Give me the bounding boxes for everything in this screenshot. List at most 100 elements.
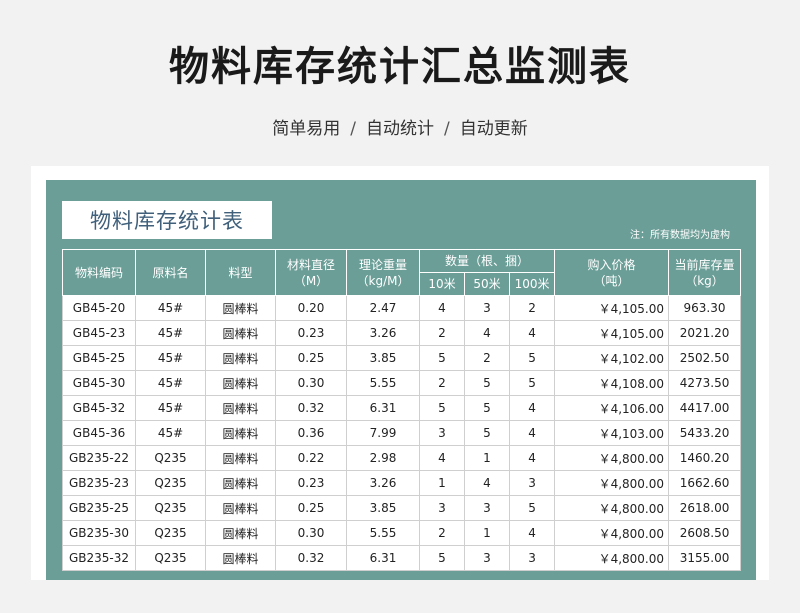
cell-weight: 6.31 xyxy=(346,395,420,421)
cell-price: ￥4,108.00 xyxy=(554,370,670,396)
header-type: 料型 xyxy=(205,249,276,296)
table-row: GB235-32 Q235 圆棒料 0.32 6.31 5 3 3 ￥4,800.00 3155.… xyxy=(62,545,742,571)
subtitle-separator: / xyxy=(444,119,450,139)
cell-qty-50m: 3 xyxy=(464,545,510,571)
cell-qty-50m: 2 xyxy=(464,345,510,371)
header-diameter: 材料直径 （M） xyxy=(275,249,347,296)
cell-diameter: 0.32 xyxy=(275,395,347,421)
cell-code: GB45-25 xyxy=(62,345,136,371)
header-material: 原料名 xyxy=(135,249,206,296)
cell-material: 45# xyxy=(135,345,206,371)
cell-qty-100m: 2 xyxy=(508,295,556,321)
cell-qty-100m: 5 xyxy=(508,345,556,371)
cell-qty-100m: 3 xyxy=(508,545,556,571)
header-qty-10m: 10米 xyxy=(419,272,465,296)
cell-stock: 2021.20 xyxy=(668,320,742,346)
cell-price: ￥4,800.00 xyxy=(554,470,670,496)
cell-type: 圆棒料 xyxy=(205,470,276,496)
cell-stock: 5433.20 xyxy=(668,420,742,446)
cell-stock: 4273.50 xyxy=(668,370,742,396)
spreadsheet: 物料库存统计表 注：所有数据均为虚构 物料编码 原料名 料型 材料直径 （M） … xyxy=(46,180,756,580)
table-row: GB45-30 45# 圆棒料 0.30 5.55 2 5 5 ￥4,108.00 4273.50 xyxy=(62,370,742,396)
cell-qty-50m: 5 xyxy=(464,395,510,421)
cell-qty-10m: 2 xyxy=(419,320,465,346)
cell-stock: 4417.00 xyxy=(668,395,742,421)
cell-stock: 1460.20 xyxy=(668,445,742,471)
header-qty-100m: 100米 xyxy=(508,272,556,296)
header-code: 物料编码 xyxy=(62,249,136,296)
cell-weight: 6.31 xyxy=(346,545,420,571)
cell-code: GB235-22 xyxy=(62,445,136,471)
cell-qty-50m: 1 xyxy=(464,445,510,471)
cell-price: ￥4,800.00 xyxy=(554,495,670,521)
cell-type: 圆棒料 xyxy=(205,420,276,446)
cell-diameter: 0.23 xyxy=(275,470,347,496)
table-row: GB235-22 Q235 圆棒料 0.22 2.98 4 1 4 ￥4,800.00 1460.… xyxy=(62,445,742,471)
cell-stock: 2502.50 xyxy=(668,345,742,371)
table-row: GB45-20 45# 圆棒料 0.20 2.47 4 3 2 ￥4,105.00 963.30 xyxy=(62,295,742,321)
cell-qty-10m: 3 xyxy=(419,420,465,446)
cell-code: GB235-30 xyxy=(62,520,136,546)
cell-qty-100m: 4 xyxy=(508,320,556,346)
cell-qty-50m: 5 xyxy=(464,420,510,446)
cell-qty-10m: 1 xyxy=(419,470,465,496)
inventory-table: 物料编码 原料名 料型 材料直径 （M） 理论重量 （kg/M） 数量（根、捆）… xyxy=(62,249,742,571)
cell-diameter: 0.36 xyxy=(275,420,347,446)
cell-code: GB45-20 xyxy=(62,295,136,321)
subtitle-separator: / xyxy=(350,119,356,139)
cell-price: ￥4,800.00 xyxy=(554,445,670,471)
cell-stock: 2618.00 xyxy=(668,495,742,521)
cell-weight: 2.47 xyxy=(346,295,420,321)
cell-diameter: 0.32 xyxy=(275,545,347,571)
cell-price: ￥4,800.00 xyxy=(554,545,670,571)
cell-qty-100m: 4 xyxy=(508,445,556,471)
cell-code: GB45-23 xyxy=(62,320,136,346)
header-qty-50m: 50米 xyxy=(464,272,510,296)
cell-code: GB45-32 xyxy=(62,395,136,421)
header-stock: 当前库存量 （kg） xyxy=(668,249,742,296)
table-row: GB235-30 Q235 圆棒料 0.30 5.55 2 1 4 ￥4,800.00 2608.… xyxy=(62,520,742,546)
cell-price: ￥4,105.00 xyxy=(554,320,670,346)
cell-weight: 2.98 xyxy=(346,445,420,471)
cell-qty-50m: 1 xyxy=(464,520,510,546)
cell-type: 圆棒料 xyxy=(205,395,276,421)
page-subtitle: 简单易用 / 自动统计 / 自动更新 xyxy=(0,114,800,139)
cell-qty-10m: 3 xyxy=(419,495,465,521)
cell-type: 圆棒料 xyxy=(205,545,276,571)
table-row: GB45-36 45# 圆棒料 0.36 7.99 3 5 4 ￥4,103.00 5433.20 xyxy=(62,420,742,446)
table-body: GB45-20 45# 圆棒料 0.20 2.47 4 3 2 ￥4,105.00 963.30 G… xyxy=(62,295,742,571)
cell-material: Q235 xyxy=(135,520,206,546)
subtitle-item: 自动统计 xyxy=(366,119,434,139)
page-title: 物料库存统计汇总监测表 xyxy=(169,44,631,90)
cell-type: 圆棒料 xyxy=(205,495,276,521)
cell-qty-100m: 4 xyxy=(508,520,556,546)
cell-code: GB235-23 xyxy=(62,470,136,496)
cell-diameter: 0.20 xyxy=(275,295,347,321)
cell-type: 圆棒料 xyxy=(205,320,276,346)
cell-weight: 3.85 xyxy=(346,345,420,371)
cell-qty-10m: 2 xyxy=(419,370,465,396)
cell-qty-50m: 3 xyxy=(464,295,510,321)
table-row: GB235-23 Q235 圆棒料 0.23 3.26 1 4 3 ￥4,800.00 1662.… xyxy=(62,470,742,496)
cell-material: 45# xyxy=(135,420,206,446)
cell-material: Q235 xyxy=(135,495,206,521)
cell-qty-50m: 4 xyxy=(464,470,510,496)
cell-material: 45# xyxy=(135,295,206,321)
spreadsheet-preview-card: 物料库存统计表 注：所有数据均为虚构 物料编码 原料名 料型 材料直径 （M） … xyxy=(31,166,769,580)
header-quantity-group: 数量（根、捆） xyxy=(418,249,556,273)
cell-type: 圆棒料 xyxy=(205,445,276,471)
cell-type: 圆棒料 xyxy=(205,370,276,396)
cell-price: ￥4,105.00 xyxy=(554,295,670,321)
cell-price: ￥4,102.00 xyxy=(554,345,670,371)
cell-material: 45# xyxy=(135,395,206,421)
cell-price: ￥4,103.00 xyxy=(554,420,670,446)
header-price: 购入价格 （吨） xyxy=(554,249,670,296)
table-row: GB235-25 Q235 圆棒料 0.25 3.85 3 3 5 ￥4,800.00 2618.… xyxy=(62,495,742,521)
cell-weight: 3.26 xyxy=(346,470,420,496)
cell-stock: 3155.00 xyxy=(668,545,742,571)
cell-qty-100m: 4 xyxy=(508,395,556,421)
cell-weight: 5.55 xyxy=(346,520,420,546)
cell-code: GB235-25 xyxy=(62,495,136,521)
cell-diameter: 0.22 xyxy=(275,445,347,471)
cell-diameter: 0.30 xyxy=(275,520,347,546)
